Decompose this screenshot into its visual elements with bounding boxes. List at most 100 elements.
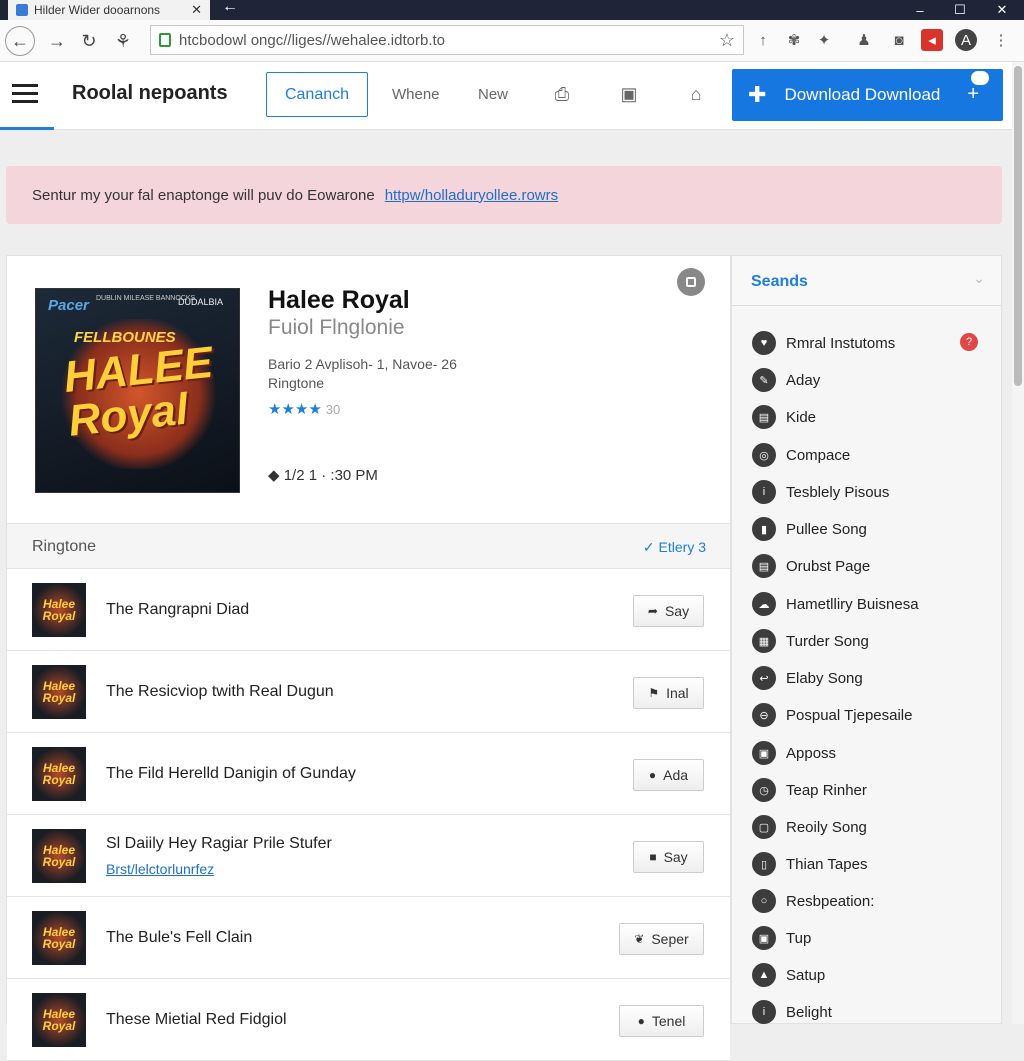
ringtone-action-button[interactable]: ❦ Seper xyxy=(619,923,704,955)
browser-tab[interactable]: Hilder Wider dooarnons ✕ xyxy=(8,0,210,20)
page-scrollbar[interactable] xyxy=(1012,62,1024,1024)
sidebar-item[interactable]: ▢ Reoily Song xyxy=(752,812,867,842)
sidebar-item[interactable]: ▤ Orubst Page xyxy=(752,551,870,581)
print-icon[interactable]: ⎙ xyxy=(550,82,574,106)
red-extension-icon[interactable]: ◂ xyxy=(921,29,943,51)
ringtone-action-button[interactable]: ■ Say xyxy=(633,841,704,873)
sidebar-item[interactable]: ⊖ Pospual Tjepesaile xyxy=(752,700,912,730)
chevron-down-icon[interactable]: ⌄ xyxy=(973,270,985,287)
sidebar-item-label: Pullee Song xyxy=(786,520,867,538)
sidebar-item-label: Satup xyxy=(786,966,826,984)
sidebar-item-label: Pospual Tjepesaile xyxy=(786,706,913,724)
sidebar-item[interactable]: ▣ Apposs xyxy=(752,738,836,768)
sidebar-item[interactable]: ◎ Compace xyxy=(752,440,850,470)
back-button[interactable]: ← xyxy=(5,26,35,56)
options-icon[interactable] xyxy=(677,268,705,296)
notice-link[interactable]: httpw/holladuryollee.rowrs xyxy=(385,187,558,204)
ringtone-thumbnail: Halee Royal xyxy=(32,911,86,965)
list-item[interactable]: Halee Royal These Mietial Red Fidgiol ● Te… xyxy=(7,979,730,1061)
clock-icon: ◷ xyxy=(752,778,776,802)
sidebar-item[interactable]: ♥ Rmral Instutoms xyxy=(752,328,895,358)
sidebar-item[interactable]: i Belight xyxy=(752,997,832,1027)
site-title: Roolal nepoants xyxy=(72,82,228,104)
sidebar-item[interactable]: ↩ Elaby Song xyxy=(752,663,863,693)
nav-link-new[interactable]: New xyxy=(478,86,508,103)
help-badge[interactable]: ? xyxy=(960,333,978,351)
sidebar-item[interactable]: ◷ Teap Rinher xyxy=(752,775,867,805)
song-time: ◆ 1/2 1 · :30 PM xyxy=(268,466,378,484)
rating-stars[interactable]: ★★★★ 30 xyxy=(268,400,340,418)
button-label: Say xyxy=(664,603,690,619)
maximize-button[interactable]: ☐ xyxy=(940,0,980,20)
close-tab-icon[interactable]: ✕ xyxy=(191,2,202,18)
back-arrow-icon[interactable]: ← xyxy=(222,0,238,16)
nav-link-whene[interactable]: Whene xyxy=(392,86,440,103)
profile-icon[interactable]: A xyxy=(955,29,977,51)
apple-icon: ● xyxy=(648,768,657,782)
close-window-button[interactable]: ✕ xyxy=(982,0,1022,20)
sidebar-item-label: Elaby Song xyxy=(786,669,863,687)
sidebar-item[interactable]: i Tesblely Pisous xyxy=(752,477,889,507)
sidebar-item-label: Orubst Page xyxy=(786,557,871,575)
lightbulb-icon: i xyxy=(752,1000,776,1024)
scrollbar-thumb[interactable] xyxy=(1014,66,1022,386)
sidebar-item-label: Reoily Song xyxy=(786,818,867,836)
sidebar-item-label: Aday xyxy=(786,371,821,389)
sidebar-item[interactable]: ▯ Thian Tapes xyxy=(752,849,867,879)
list-item[interactable]: Halee Royal The Bule's Fell Clain ❦ Seper xyxy=(7,897,730,979)
sidebar-item[interactable]: ▦ Turder Song xyxy=(752,626,869,656)
sidebar-item[interactable]: ▲ Satup xyxy=(752,960,825,990)
ringtone-sublink[interactable]: Brst/lelctorlunrfez xyxy=(106,861,214,877)
bookmark-star-icon[interactable]: ☆ xyxy=(719,30,735,51)
sidebar-item-label: Compace xyxy=(786,446,851,464)
ringtone-thumbnail: Halee Royal xyxy=(32,583,86,637)
page-icon: ▤ xyxy=(752,554,776,578)
sidebar-item[interactable]: ✎ Aday xyxy=(752,365,820,395)
download-button[interactable]: ✚ Download Download + xyxy=(732,69,1003,121)
sidebar-item[interactable]: ▮ Pullee Song xyxy=(752,514,867,544)
share-icon: ➦ xyxy=(647,604,658,618)
ringtone-thumbnail: Halee Royal xyxy=(32,993,86,1047)
camera-icon[interactable]: ◙ xyxy=(888,29,910,51)
menu-kebab-icon[interactable]: ⋮ xyxy=(990,29,1012,51)
tab-cananch[interactable]: Cananch xyxy=(266,72,368,117)
section-link[interactable]: ✓ Etlery 3 xyxy=(643,539,706,556)
notice-banner: Sentur my your fal enaptonge will puv do… xyxy=(6,166,1002,224)
arrow-up-icon[interactable]: ↑ xyxy=(752,29,774,51)
cloud-icon: ☁ xyxy=(752,592,776,616)
sidebar-item-label: Turder Song xyxy=(786,632,869,650)
list-item[interactable]: Halee Royal The Rangrapni Diad ➦ Say xyxy=(7,569,730,651)
lock-icon[interactable]: ⌂ xyxy=(684,82,708,106)
sidebar-item[interactable]: ▣ Tup xyxy=(752,923,811,953)
info-icon: i xyxy=(752,480,776,504)
forward-button[interactable]: → xyxy=(42,26,72,56)
list-item[interactable]: Halee Royal The Fild Herelld Danigin of G… xyxy=(7,733,730,815)
ringtone-action-button[interactable]: ● Tenel xyxy=(619,1005,704,1037)
ringtone-action-button[interactable]: ⚑ Inal xyxy=(633,677,704,709)
sidebar-header[interactable]: Seands ⌄ xyxy=(732,256,1001,306)
ringtone-thumbnail: Halee Royal xyxy=(32,829,86,883)
button-label: Inal xyxy=(666,685,689,701)
sidebar-item[interactable]: ☁ Hametlliry Buisnesa xyxy=(752,589,919,619)
button-label: Seper xyxy=(651,931,689,947)
ringtone-action-button[interactable]: ● Ada xyxy=(633,759,704,791)
hamburger-menu-icon[interactable] xyxy=(12,84,38,104)
image-icon[interactable]: ▣ xyxy=(617,82,641,106)
ringtone-action-button[interactable]: ➦ Say xyxy=(633,595,704,627)
sidebar-item-label: Teap Rinher xyxy=(786,781,867,799)
list-item[interactable]: Halee Royal The Resicviop twith Real Dugu… xyxy=(7,651,730,733)
reload-button[interactable]: ↻ xyxy=(74,26,104,56)
site-header: Roolal nepoants Cananch Whene New ⎙ ▣ ⌂ … xyxy=(0,62,1012,130)
address-bar[interactable]: htcbodowl ongc//liges//wehalee.idtorb.to… xyxy=(150,25,744,55)
extension-icon[interactable]: ⚘ xyxy=(108,26,138,56)
pin-icon[interactable]: ✦ xyxy=(813,29,835,51)
sidebar-item[interactable]: ○ Resbpeation: xyxy=(752,886,874,916)
puzzle-icon[interactable]: ✾ xyxy=(783,29,805,51)
people-icon[interactable]: ♟ xyxy=(853,29,875,51)
apps-icon: ▣ xyxy=(752,741,776,765)
minimize-button[interactable]: – xyxy=(900,0,940,20)
sidebar-item[interactable]: ▤ Kide xyxy=(752,402,816,432)
list-item[interactable]: Halee Royal Sl Daiily Hey Ragiar Prile St… xyxy=(7,815,730,897)
sidebar-item-label: Belight xyxy=(786,1003,832,1021)
sidebar-item-label: Resbpeation: xyxy=(786,892,875,910)
